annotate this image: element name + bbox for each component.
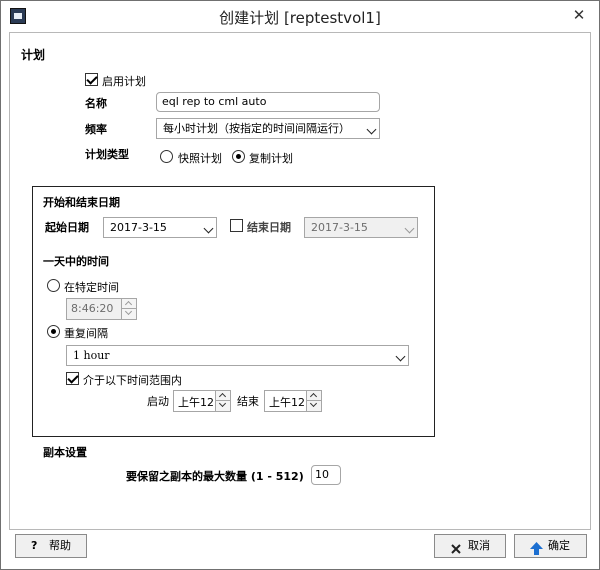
spin-down-icon[interactable] bbox=[306, 399, 321, 411]
range-end-spinner[interactable]: 上午12 bbox=[264, 390, 322, 412]
repeat-interval-radio[interactable] bbox=[47, 325, 60, 338]
repeat-interval-dropdown[interactable]: 1 hour bbox=[66, 345, 409, 366]
range-end-value: 上午12 bbox=[269, 396, 305, 409]
arrow-up-icon bbox=[530, 541, 543, 555]
max-replicas-label: 要保留之副本的最大数量 (1 - 512) bbox=[126, 470, 304, 483]
window-title: 创建计划 [reptestvol1] bbox=[219, 9, 381, 27]
replication-schedule-label: 复制计划 bbox=[249, 152, 293, 165]
start-date-label: 起始日期 bbox=[45, 221, 89, 234]
replication-schedule-radio[interactable] bbox=[232, 150, 245, 163]
end-date-label: 结束日期 bbox=[247, 221, 291, 234]
schedule-type-label: 计划类型 bbox=[85, 148, 129, 161]
specific-time-value: 8:46:20 bbox=[71, 302, 114, 315]
range-start-value: 上午12 bbox=[178, 396, 214, 409]
name-field[interactable]: eql rep to cml auto bbox=[156, 92, 380, 112]
name-label: 名称 bbox=[85, 97, 107, 110]
frequency-value: 每小时计划（按指定的时间间隔运行） bbox=[163, 122, 350, 135]
repeat-interval-value: 1 hour bbox=[73, 349, 110, 362]
snapshot-schedule-radio[interactable] bbox=[160, 150, 173, 163]
end-date-picker[interactable]: 2017-3-15 bbox=[304, 217, 418, 238]
schedule-section-title: 计划 bbox=[21, 48, 46, 62]
spin-down-icon[interactable] bbox=[121, 307, 136, 319]
spin-down-icon[interactable] bbox=[215, 399, 230, 411]
dialog-body: 计划 启用计划 名称 eql rep to cml auto 频率 每小时计划（… bbox=[9, 32, 591, 530]
close-icon bbox=[450, 541, 462, 554]
range-end-label: 结束 bbox=[237, 395, 259, 408]
chevron-down-icon bbox=[203, 223, 214, 234]
specific-time-label: 在特定时间 bbox=[64, 281, 119, 294]
end-date-value: 2017-3-15 bbox=[311, 221, 368, 234]
ok-button[interactable]: 确定 bbox=[514, 534, 587, 558]
time-range-checkbox[interactable] bbox=[66, 372, 79, 385]
repeat-interval-label: 重复间隔 bbox=[64, 327, 108, 340]
specific-time-spinner[interactable]: 8:46:20 bbox=[66, 298, 137, 320]
specific-time-radio[interactable] bbox=[47, 279, 60, 292]
dialog-window: 创建计划 [reptestvol1] ✕ 计划 启用计划 名称 eql rep … bbox=[0, 0, 600, 570]
time-range-label: 介于以下时间范围内 bbox=[83, 374, 182, 387]
cancel-button[interactable]: 取消 bbox=[434, 534, 506, 558]
cancel-button-label: 取消 bbox=[468, 539, 490, 552]
range-start-label: 启动 bbox=[147, 395, 169, 408]
start-date-value: 2017-3-15 bbox=[110, 221, 167, 234]
range-start-spinner[interactable]: 上午12 bbox=[173, 390, 231, 412]
enable-schedule-checkbox[interactable] bbox=[85, 73, 98, 86]
chevron-down-icon bbox=[395, 351, 406, 362]
dates-section-title: 开始和结束日期 bbox=[43, 196, 120, 209]
ok-button-label: 确定 bbox=[548, 539, 570, 552]
frequency-label: 频率 bbox=[85, 123, 107, 136]
enable-schedule-label: 启用计划 bbox=[102, 75, 146, 88]
snapshot-schedule-label: 快照计划 bbox=[178, 152, 222, 165]
chevron-down-icon bbox=[366, 124, 377, 135]
help-button-label: 帮助 bbox=[49, 539, 71, 552]
chevron-down-icon bbox=[404, 223, 415, 234]
close-icon[interactable]: ✕ bbox=[568, 5, 590, 25]
replica-section-title: 副本设置 bbox=[43, 446, 87, 459]
time-of-day-section-title: 一天中的时间 bbox=[43, 255, 109, 268]
max-replicas-field[interactable]: 10 bbox=[311, 465, 341, 485]
title-bar: 创建计划 [reptestvol1] ✕ bbox=[1, 1, 599, 32]
help-button[interactable]: ? 帮助 bbox=[15, 534, 87, 558]
frequency-dropdown[interactable]: 每小时计划（按指定的时间间隔运行） bbox=[156, 118, 380, 139]
end-date-checkbox[interactable] bbox=[230, 219, 243, 232]
start-date-picker[interactable]: 2017-3-15 bbox=[103, 217, 217, 238]
question-icon: ? bbox=[31, 539, 38, 552]
